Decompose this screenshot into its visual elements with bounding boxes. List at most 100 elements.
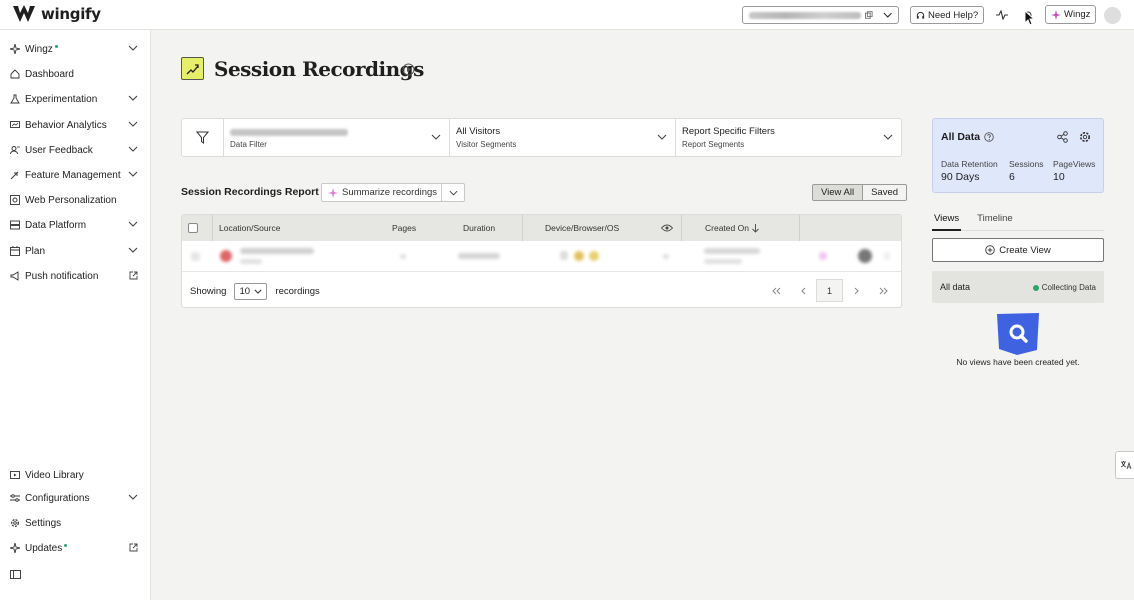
col-pages[interactable]: Pages: [392, 215, 416, 241]
chevron-down-icon: [128, 221, 138, 227]
sidebar-item-push-notification[interactable]: Push notification: [10, 267, 140, 285]
sparkle-icon: [10, 543, 20, 553]
stat-label: Data Retention: [941, 159, 998, 169]
next-page-button[interactable]: [843, 279, 870, 302]
translate-handle[interactable]: [1115, 451, 1134, 479]
col-location[interactable]: Location/Source: [212, 215, 367, 241]
sidebar: Wingz Dashboard Experimentation Behavior…: [0, 30, 151, 600]
sidebar-item-configurations[interactable]: Configurations: [10, 489, 140, 507]
page-title: Session Recordings: [214, 57, 424, 81]
select-all-checkbox[interactable]: [188, 223, 198, 233]
table-row[interactable]: [182, 241, 901, 272]
sidebar-item-label: Settings: [25, 517, 62, 529]
last-page-button[interactable]: [870, 279, 897, 302]
more-redacted: [884, 252, 890, 260]
feedback-icon: [10, 146, 20, 155]
first-page-button[interactable]: [762, 279, 789, 302]
analytics-icon: [10, 121, 20, 128]
help-icon[interactable]: [984, 132, 994, 142]
rocket-icon: [10, 171, 19, 180]
views-tabs: Views Timeline: [932, 211, 1104, 231]
select-all-checkbox-cell: [188, 215, 198, 241]
viewed-redacted: [663, 254, 669, 259]
sidebar-item-settings[interactable]: Settings: [10, 514, 140, 532]
visitor-segments-filter[interactable]: All Visitors Visitor Segments: [450, 119, 676, 156]
config-icon: [10, 494, 20, 502]
eye-icon: [661, 224, 673, 232]
saved-button[interactable]: Saved: [863, 185, 906, 200]
sidebar-item-label: Data Platform: [25, 219, 87, 231]
showing-label: Showing: [190, 286, 227, 297]
sidebar-item-data-platform[interactable]: Data Platform: [10, 216, 140, 234]
database-icon: [10, 220, 20, 230]
view-row-all-data[interactable]: All data Collecting Data: [932, 271, 1104, 303]
chevron-down-icon: [128, 45, 138, 51]
date-filter[interactable]: Data Filter: [224, 119, 450, 156]
summarize-label: Summarize recordings: [342, 187, 438, 198]
activity-icon[interactable]: [995, 8, 1009, 22]
stat-label: Sessions: [1009, 159, 1044, 169]
external-link-icon: [129, 271, 138, 280]
sidebar-item-video-library[interactable]: Video Library: [10, 466, 140, 484]
created-time-redacted: [704, 259, 742, 264]
status-badge: Collecting Data: [1032, 283, 1096, 292]
sidebar-item-updates[interactable]: Updates: [10, 539, 140, 557]
share-icon[interactable]: [1057, 131, 1068, 143]
report-segments-filter[interactable]: Report Specific Filters Report Segments: [676, 119, 901, 156]
col-created-on[interactable]: Created On: [681, 215, 799, 241]
chevron-left-icon: [800, 287, 805, 294]
create-view-label: Create View: [999, 244, 1051, 256]
rows-per-page-select[interactable]: 10: [234, 283, 268, 300]
workspace-select[interactable]: [742, 6, 899, 24]
sidebar-collapse-button[interactable]: [10, 565, 140, 583]
sidebar-item-feature-management[interactable]: Feature Management: [10, 166, 140, 184]
sidebar-item-label: Updates: [25, 542, 63, 554]
recordings-table: Location/Source Pages Duration Device/Br…: [181, 214, 902, 308]
filter-bar: Data Filter All Visitors Visitor Segment…: [181, 118, 902, 157]
current-page[interactable]: 1: [816, 279, 843, 302]
sidebar-item-wingz[interactable]: Wingz: [10, 40, 140, 58]
chevron-down-icon: [657, 134, 667, 140]
col-viewed[interactable]: [661, 215, 673, 241]
wingify-logo[interactable]: wingify: [12, 5, 101, 23]
sidebar-toggle-icon: [10, 569, 21, 579]
gear-icon[interactable]: [1079, 131, 1091, 143]
sidebar-item-label: Push notification: [25, 270, 99, 282]
chevron-right-icon: [854, 287, 859, 294]
sidebar-item-experimentation[interactable]: Experimentation: [10, 90, 140, 108]
avatar[interactable]: [1104, 7, 1121, 24]
col-device[interactable]: Device/Browser/OS: [522, 215, 648, 241]
wingz-button[interactable]: Wingz: [1045, 5, 1097, 24]
tab-timeline[interactable]: Timeline: [975, 211, 1015, 230]
filter-button[interactable]: [182, 119, 224, 156]
sidebar-item-label: Video Library: [25, 469, 84, 481]
view-toggle: View All Saved: [812, 184, 908, 201]
tab-views[interactable]: Views: [932, 211, 962, 231]
col-created-label: Created On: [705, 223, 749, 233]
sparkle-icon: [1051, 9, 1061, 20]
view-all-button[interactable]: View All: [813, 185, 864, 200]
sidebar-item-behavior-analytics[interactable]: Behavior Analytics: [10, 116, 140, 134]
logo-text: wingify: [41, 5, 101, 23]
sidebar-item-plan[interactable]: Plan: [10, 242, 140, 260]
stat-sessions: Sessions 6: [1009, 159, 1044, 183]
sidebar-item-user-feedback[interactable]: User Feedback: [10, 141, 140, 159]
summarize-main[interactable]: Summarize recordings: [322, 184, 442, 201]
prev-page-button[interactable]: [789, 279, 816, 302]
sidebar-item-label: Dashboard: [25, 68, 74, 80]
sidebar-item-dashboard[interactable]: Dashboard: [10, 65, 140, 83]
create-view-button[interactable]: Create View: [932, 238, 1104, 262]
table-header: Location/Source Pages Duration Device/Br…: [182, 215, 901, 241]
sidebar-item-web-personalization[interactable]: Web Personalization: [10, 191, 140, 209]
col-duration[interactable]: Duration: [463, 215, 495, 241]
sidebar-item-label: Configurations: [25, 492, 90, 504]
summarize-dropdown[interactable]: [442, 184, 464, 201]
megaphone-icon: [10, 271, 19, 281]
summarize-recordings-button[interactable]: Summarize recordings: [321, 183, 465, 202]
need-help-button[interactable]: Need Help?: [910, 6, 985, 24]
copy-icon[interactable]: [864, 11, 873, 19]
play-circle-icon[interactable]: [402, 63, 415, 76]
favicon-redacted: [220, 250, 232, 262]
pages-redacted: [400, 254, 406, 259]
view-name: All data: [940, 282, 971, 292]
